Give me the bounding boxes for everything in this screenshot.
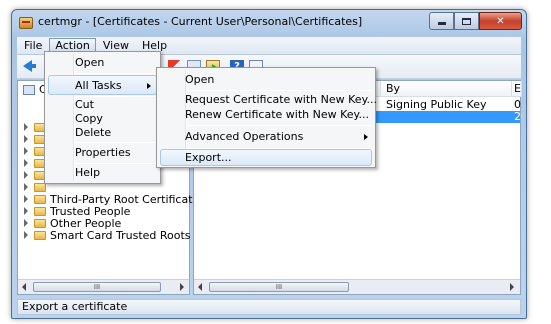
certificates-root-icon [23,85,35,95]
column-header-expiration[interactable]: Ex [512,81,522,97]
menu-separator [187,90,373,91]
minimize-icon [437,22,446,25]
expand-icon[interactable] [22,207,30,215]
action-menu-cut[interactable]: Cut [48,98,157,112]
all-tasks-renew-certificate[interactable]: Renew Certificate with New Key... [160,107,372,123]
expand-icon[interactable] [22,159,30,167]
menu-item-label: All Tasks [75,79,122,92]
minimize-button[interactable] [429,12,454,30]
action-menu-help[interactable]: Help [48,163,157,183]
all-tasks-advanced-operations[interactable]: Advanced Operations [160,127,372,147]
cell-expiration: 20 [514,111,522,123]
menu-item-label: Advanced Operations [185,130,304,143]
menu-separator [187,125,373,126]
title-bar[interactable]: certmgr - [Certificates - Current User\P… [12,10,526,36]
maximize-icon [462,17,471,25]
expand-icon[interactable] [22,171,30,179]
cell-issued-by: Signing Public Key [386,99,487,111]
folder-icon [34,230,46,240]
certmgr-app-icon [19,17,33,29]
action-menu-open[interactable]: Open [48,53,157,73]
cell-issued-by [381,111,512,123]
expand-icon[interactable] [22,147,30,155]
scroll-right-icon[interactable] [510,283,514,291]
status-bar: Export a certificate [17,299,521,315]
expand-icon[interactable] [22,135,30,143]
scroll-left-icon[interactable] [22,283,26,291]
all-tasks-submenu: Open Request Certificate with New Key...… [156,67,377,168]
all-tasks-open[interactable]: Open [160,70,372,90]
scrollbar-thumb[interactable]: III [209,282,349,292]
tree-item-third-party-root[interactable]: Third-Party Root Certification [18,193,209,206]
menu-separator [75,73,159,74]
menu-separator [75,96,159,97]
tree-item-smart-card-roots[interactable]: Smart Card Trusted Roots [18,228,191,242]
expand-icon[interactable] [22,183,30,191]
back-arrow-icon[interactable] [23,60,36,72]
expand-icon[interactable] [22,195,30,203]
folder-icon [34,194,46,204]
expand-icon[interactable] [22,231,30,239]
close-button[interactable]: ✕ [479,12,522,30]
all-tasks-export[interactable]: Export... [160,149,372,166]
action-menu-copy[interactable]: Copy [48,112,157,126]
scroll-left-icon[interactable] [198,283,202,291]
all-tasks-request-certificate[interactable]: Request Certificate with New Key... [160,92,377,108]
window-title: certmgr - [Certificates - Current User\P… [38,15,363,28]
tree-horizontal-scrollbar[interactable]: III [18,279,189,294]
action-menu: Open All Tasks Cut Copy Delete Propertie… [44,51,161,184]
tree-item-label: Smart Card Trusted Roots [50,228,191,242]
maximize-button[interactable] [454,12,479,30]
action-menu-delete[interactable]: Delete [48,126,157,140]
submenu-arrow-icon [364,134,368,140]
close-icon: ✕ [496,15,505,27]
list-horizontal-scrollbar[interactable]: III [194,279,520,294]
submenu-arrow-icon [147,83,151,89]
action-menu-properties[interactable]: Properties [48,143,157,163]
folder-icon [34,218,46,228]
column-header-issued-by[interactable]: By [381,81,512,97]
tree-item-other-people[interactable]: Other People [18,217,121,230]
cell-expiration: 05 [514,99,522,111]
folder-icon [34,206,46,216]
scrollbar-thumb[interactable]: III [33,282,161,292]
expand-icon[interactable] [22,123,30,131]
caption-buttons: ✕ [429,12,522,30]
tree-item-trusted-people[interactable]: Trusted People [18,205,130,218]
action-menu-all-tasks[interactable]: All Tasks [48,75,157,95]
scroll-right-icon[interactable] [180,283,184,291]
expand-icon[interactable] [22,219,30,227]
